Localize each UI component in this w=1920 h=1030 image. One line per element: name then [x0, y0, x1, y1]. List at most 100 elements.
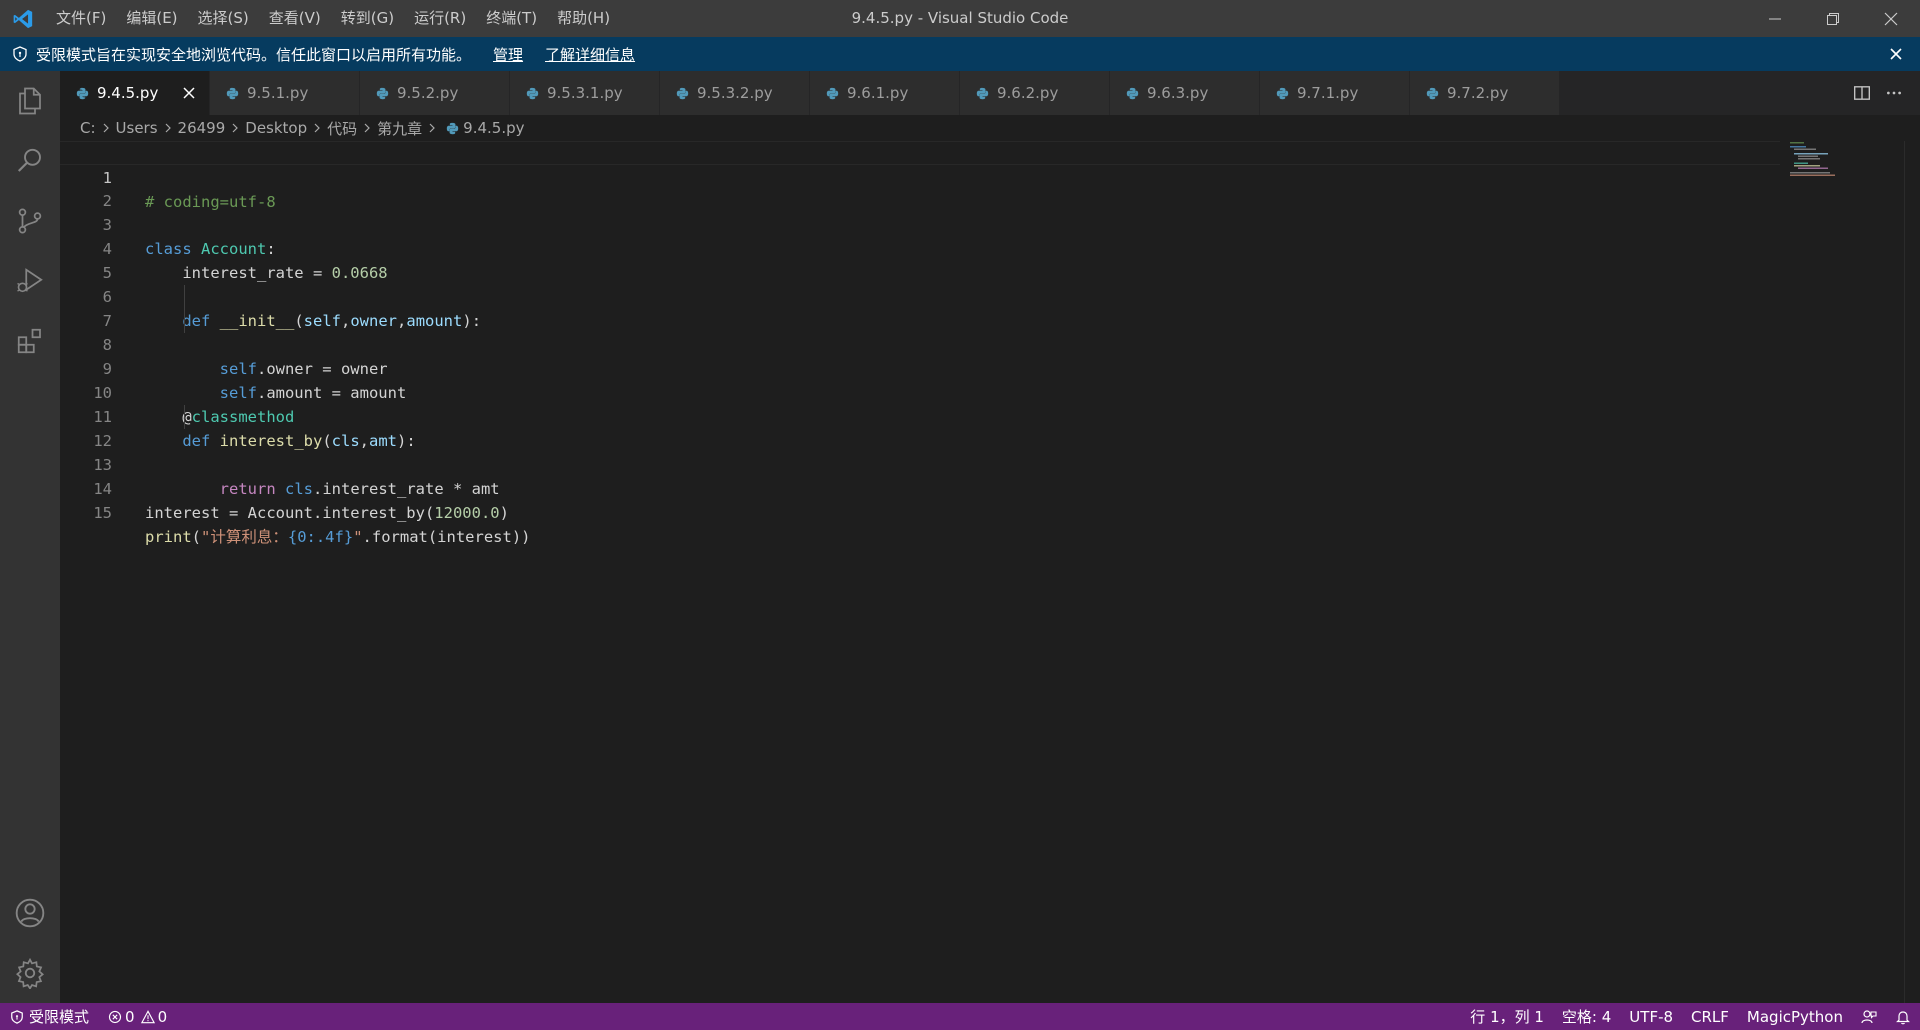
tab-label: 9.6.3.py: [1147, 84, 1209, 102]
python-file-icon: [226, 87, 239, 100]
banner-learn-more-link[interactable]: 了解详细信息: [545, 44, 635, 65]
window-controls: [1746, 0, 1920, 37]
tab-9-5-3-2[interactable]: 9.5.3.2.py: [660, 71, 810, 115]
status-restricted-label: 受限模式: [29, 1008, 90, 1026]
tab-9-4-5[interactable]: 9.4.5.py: [60, 71, 210, 115]
code-line[interactable]: 7 self.owner = owner: [60, 285, 1780, 378]
shield-icon: [12, 46, 28, 62]
code-line[interactable]: 4 interest_rate = 0.0668: [60, 213, 1780, 282]
extensions-icon: [17, 328, 41, 354]
tab-9-6-1[interactable]: 9.6.1.py: [810, 71, 960, 115]
breadcrumb-item[interactable]: Desktop: [245, 119, 307, 137]
more-actions-button[interactable]: [1878, 77, 1910, 109]
tab-9-6-3[interactable]: 9.6.3.py: [1110, 71, 1260, 115]
tab-label: 9.5.2.py: [397, 84, 459, 102]
tab-9-7-2[interactable]: 9.7.2.py: [1410, 71, 1560, 115]
chevron-right-icon: [162, 122, 174, 134]
indent-guide: [184, 405, 185, 429]
menu-view[interactable]: 查看(V): [259, 0, 331, 37]
status-eol[interactable]: CRLF: [1682, 1003, 1738, 1030]
menu-terminal[interactable]: 终端(T): [476, 0, 547, 37]
minimize-button[interactable]: [1746, 0, 1804, 37]
run-debug-icon: [17, 268, 43, 293]
code-line[interactable]: 14 interest = Account.interest_by(12000.…: [60, 453, 1780, 522]
code-line[interactable]: 13: [60, 429, 1780, 474]
close-window-button[interactable]: [1862, 0, 1920, 37]
breadcrumb-file[interactable]: 9.4.5.py: [463, 119, 524, 137]
code-line[interactable]: 12 return cls.interest_rate * amt: [60, 405, 1780, 498]
tab-9-5-3-1[interactable]: 9.5.3.1.py: [510, 71, 660, 115]
python-file-icon: [446, 122, 459, 135]
breadcrumb-item[interactable]: C:: [80, 119, 96, 137]
code-line[interactable]: 8 self.amount = amount: [60, 309, 1780, 402]
split-editor-button[interactable]: [1846, 77, 1878, 109]
code-line[interactable]: 10 @classmethod: [60, 357, 1780, 426]
minimap[interactable]: [1790, 141, 1890, 181]
tab-label: 9.4.5.py: [97, 84, 159, 102]
tab-label: 9.7.2.py: [1447, 84, 1509, 102]
tab-close-button[interactable]: [179, 83, 199, 103]
status-indentation[interactable]: 空格: 4: [1553, 1003, 1620, 1030]
status-cursor-position[interactable]: 行 1，列 1: [1461, 1003, 1553, 1030]
restore-button[interactable]: [1804, 0, 1862, 37]
breadcrumb-item[interactable]: Users: [116, 119, 158, 137]
notifications-button[interactable]: [1886, 1003, 1920, 1030]
line-content: interest = Account.interest_by(12000.0): [145, 504, 509, 522]
status-problems[interactable]: 0 0: [99, 1003, 176, 1030]
extensions-button[interactable]: [0, 311, 60, 371]
close-icon: [1884, 12, 1898, 25]
python-file-icon: [1276, 87, 1289, 100]
banner-close-button[interactable]: [1886, 44, 1906, 64]
banner-message: 受限模式旨在实现安全地浏览代码。信任此窗口以启用所有功能。: [36, 45, 472, 64]
menu-go[interactable]: 转到(G): [331, 0, 404, 37]
python-file-icon: [676, 87, 689, 100]
activity-bar: [0, 71, 60, 1003]
explorer-icon: [19, 87, 41, 115]
code-line[interactable]: 5: [60, 237, 1780, 282]
error-icon: [108, 1010, 122, 1023]
tab-9-5-2[interactable]: 9.5.2.py: [360, 71, 510, 115]
status-restricted-mode[interactable]: 受限模式: [0, 1003, 100, 1030]
title-bar: 文件(F) 编辑(E) 选择(S) 查看(V) 转到(G) 运行(R) 终端(T…: [0, 0, 1920, 37]
vscode-logo-icon: [0, 0, 46, 37]
menu-run[interactable]: 运行(R): [404, 0, 476, 37]
status-language-mode[interactable]: MagicPython: [1738, 1003, 1852, 1030]
source-control-button[interactable]: [0, 191, 60, 251]
chevron-right-icon: [311, 122, 323, 134]
code-line[interactable]: 2: [60, 165, 1780, 210]
chevron-right-icon: [229, 122, 241, 134]
search-button[interactable]: [0, 131, 60, 191]
tab-9-7-1[interactable]: 9.7.1.py: [1260, 71, 1410, 115]
breadcrumb-item[interactable]: 代码: [327, 118, 357, 139]
tab-9-6-2[interactable]: 9.6.2.py: [960, 71, 1110, 115]
tab-label: 9.5.3.1.py: [547, 84, 623, 102]
menu-file[interactable]: 文件(F): [46, 0, 116, 37]
code-line[interactable]: 1 # coding=utf-8: [60, 141, 1780, 211]
minimap-preview: [1790, 142, 1835, 176]
search-icon: [17, 148, 41, 172]
status-encoding[interactable]: UTF-8: [1620, 1003, 1682, 1030]
code-line[interactable]: 11 def interest_by(cls,amt):: [60, 381, 1780, 450]
account-icon: [15, 898, 45, 928]
code-line[interactable]: 9: [60, 333, 1780, 378]
code-line[interactable]: 15 print("计算利息：{0:.4f}".format(interest)…: [60, 477, 1780, 546]
menu-selection[interactable]: 选择(S): [188, 0, 259, 37]
tab-label: 9.5.3.2.py: [697, 84, 773, 102]
tab-9-5-1[interactable]: 9.5.1.py: [210, 71, 360, 115]
code-line[interactable]: 6 def __init__(self,owner,amount):: [60, 261, 1780, 330]
breadcrumb-item[interactable]: 第九章: [377, 118, 422, 139]
menu-edit[interactable]: 编辑(E): [116, 0, 187, 37]
code-line[interactable]: 3 class Account:: [60, 189, 1780, 258]
manage-button[interactable]: [0, 943, 60, 1003]
vertical-scrollbar[interactable]: [1904, 141, 1918, 1003]
explorer-button[interactable]: [0, 71, 60, 131]
banner-manage-link[interactable]: 管理: [493, 44, 523, 65]
run-debug-button[interactable]: [0, 251, 60, 311]
split-editor-icon: [1854, 86, 1870, 100]
accounts-button[interactable]: [0, 883, 60, 943]
breadcrumb-item[interactable]: 26499: [178, 119, 226, 137]
code-editor[interactable]: 1 # coding=utf-8 2 3 class Account: 4 in…: [60, 141, 1920, 1003]
menu-help[interactable]: 帮助(H): [547, 0, 620, 37]
breadcrumb: C: Users 26499 Desktop 代码 第九章 9.4.5.py: [60, 115, 1920, 141]
feedback-button[interactable]: [1852, 1003, 1886, 1030]
